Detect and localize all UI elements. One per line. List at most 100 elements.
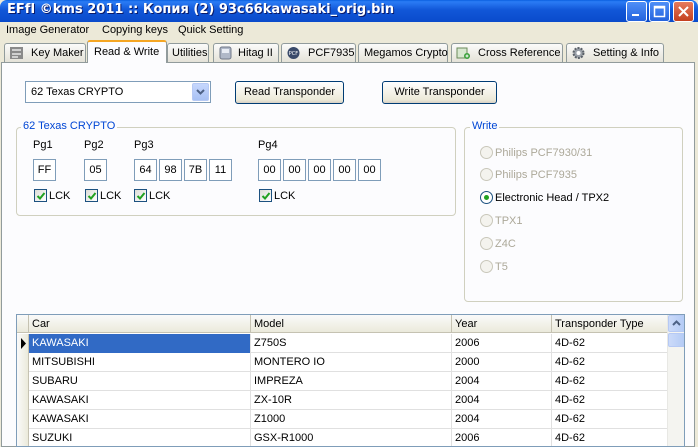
checkmark-icon xyxy=(261,192,271,200)
pg2-lock-checkbox[interactable] xyxy=(85,189,98,202)
svg-text:PCF: PCF xyxy=(289,51,299,57)
tab-label: Hitag II xyxy=(238,47,273,59)
pg2-byte-field[interactable]: 05 xyxy=(84,159,107,181)
minimize-button[interactable] xyxy=(626,1,647,22)
table-cell[interactable]: Z1000 xyxy=(251,410,452,429)
table-cell[interactable]: SUZUKI xyxy=(29,429,251,446)
close-button[interactable] xyxy=(673,1,694,22)
radio-z4c[interactable] xyxy=(480,237,493,250)
tab-setting-info[interactable]: Setting & Info xyxy=(566,43,664,62)
table-cell[interactable]: GSX-R1000 xyxy=(251,429,452,446)
pg3-lock-checkbox[interactable] xyxy=(134,189,147,202)
tab-pcf7935[interactable]: PCF PCF7935 xyxy=(281,43,356,62)
scroll-up-button[interactable] xyxy=(668,315,684,332)
column-header-transponder-type[interactable]: Transponder Type xyxy=(552,315,669,333)
row-header[interactable] xyxy=(17,372,29,391)
table-cell[interactable]: 2006 xyxy=(452,334,552,353)
column-header-car[interactable]: Car xyxy=(29,315,251,333)
tab-label: Megamos Crypto xyxy=(364,47,448,59)
lock-label: LCK xyxy=(100,190,122,202)
table-row[interactable]: KAWASAKI Z1000 2004 4D-62 xyxy=(17,410,669,429)
tab-cross-reference[interactable]: Cross Reference xyxy=(451,43,563,62)
table-cell[interactable]: 2006 xyxy=(452,429,552,446)
gear-icon xyxy=(572,47,585,59)
transponder-type-value: 62 Texas CRYPTO xyxy=(31,86,124,98)
pg1-lock-checkbox[interactable] xyxy=(34,189,47,202)
read-transponder-button[interactable]: Read Transponder xyxy=(235,81,344,104)
column-header-model[interactable]: Model xyxy=(251,315,452,333)
tab-utilities[interactable]: Utilities xyxy=(167,43,209,62)
table-cell[interactable]: MONTERO IO xyxy=(251,353,452,372)
pg3-byte-field[interactable]: 64 xyxy=(134,159,157,181)
table-cell[interactable]: 2004 xyxy=(452,410,552,429)
lock-label: LCK xyxy=(49,190,71,202)
menu-quick-setting[interactable]: Quick Setting xyxy=(178,24,243,36)
table-cell[interactable]: SUBARU xyxy=(29,372,251,391)
chevron-down-icon[interactable] xyxy=(192,83,209,101)
pg4-lock-checkbox[interactable] xyxy=(259,189,272,202)
table-cell[interactable]: 4D-62 xyxy=(552,410,669,429)
pg4-byte-field[interactable]: 00 xyxy=(258,159,281,181)
table-cell[interactable]: KAWASAKI xyxy=(29,410,251,429)
pg3-byte-field[interactable]: 7B xyxy=(184,159,207,181)
radio-t5[interactable] xyxy=(480,260,493,273)
table-row[interactable]: KAWASAKI Z750S 2006 4D-62 xyxy=(17,334,669,353)
pg4-byte-field[interactable]: 00 xyxy=(358,159,381,181)
transponder-type-select[interactable]: 62 Texas CRYPTO xyxy=(25,81,211,103)
column-header-year[interactable]: Year xyxy=(452,315,552,333)
radio-electronic-head-tpx2[interactable] xyxy=(480,191,493,204)
radio-label: Philips PCF7930/31 xyxy=(495,147,593,159)
title-bar[interactable]: EFfI ©kms 2011 :: Копия (2) 93c66kawasak… xyxy=(0,0,698,22)
radio-tpx1[interactable] xyxy=(480,214,493,227)
table-cell[interactable]: 2004 xyxy=(452,391,552,410)
pg4-byte-field[interactable]: 00 xyxy=(283,159,306,181)
table-row[interactable]: SUBARU IMPREZA 2004 4D-62 xyxy=(17,372,669,391)
table-cell[interactable]: 2004 xyxy=(452,372,552,391)
table-cell[interactable]: KAWASAKI xyxy=(29,334,251,353)
scroll-thumb[interactable] xyxy=(668,333,684,347)
menu-image-generator[interactable]: Image Generator xyxy=(6,24,89,36)
chevron-up-icon xyxy=(672,320,681,326)
row-header[interactable] xyxy=(17,391,29,410)
table-cell[interactable]: 4D-62 xyxy=(552,372,669,391)
table-cell[interactable]: Z750S xyxy=(251,334,452,353)
vehicle-table[interactable]: Car Model Year Transponder Type KAWASAKI… xyxy=(16,314,685,447)
table-cell[interactable]: MITSUBISHI xyxy=(29,353,251,372)
table-vertical-scrollbar[interactable] xyxy=(667,315,684,446)
row-header[interactable] xyxy=(17,353,29,372)
maximize-button[interactable] xyxy=(649,1,670,22)
table-cell[interactable]: KAWASAKI xyxy=(29,391,251,410)
table-row[interactable]: KAWASAKI ZX-10R 2004 4D-62 xyxy=(17,391,669,410)
pg4-byte-field[interactable]: 00 xyxy=(333,159,356,181)
table-cell[interactable]: 4D-62 xyxy=(552,353,669,372)
pg1-byte-field[interactable]: FF xyxy=(33,159,56,181)
radio-label: Philips PCF7935 xyxy=(495,169,577,181)
pg3-byte-field[interactable]: 11 xyxy=(209,159,232,181)
table-row[interactable]: MITSUBISHI MONTERO IO 2000 4D-62 xyxy=(17,353,669,372)
tab-key-maker[interactable]: Key Maker xyxy=(4,43,86,62)
pg4-byte-field[interactable]: 00 xyxy=(308,159,331,181)
table-cell[interactable]: 4D-62 xyxy=(552,334,669,353)
row-header-corner xyxy=(17,315,29,333)
table-cell[interactable]: IMPREZA xyxy=(251,372,452,391)
tab-label: Cross Reference xyxy=(478,47,561,59)
tab-megamos-crypto[interactable]: Megamos Crypto xyxy=(358,43,448,62)
pg3-byte-field[interactable]: 98 xyxy=(159,159,182,181)
row-header[interactable] xyxy=(17,429,29,446)
tab-label: Read & Write xyxy=(94,46,160,58)
table-row[interactable]: SUZUKI GSX-R1000 2006 4D-62 xyxy=(17,429,669,446)
tab-hitag-ii[interactable]: Hitag II xyxy=(213,43,279,62)
table-cell[interactable]: 4D-62 xyxy=(552,391,669,410)
radio-philips-pcf7930[interactable] xyxy=(480,146,493,159)
write-transponder-button[interactable]: Write Transponder xyxy=(382,81,497,104)
radio-label: Z4C xyxy=(495,238,516,250)
row-header[interactable] xyxy=(17,410,29,429)
table-cell[interactable]: ZX-10R xyxy=(251,391,452,410)
tab-read-write[interactable]: Read & Write xyxy=(87,40,167,63)
menu-copying-keys[interactable]: Copying keys xyxy=(102,24,168,36)
tab-strip: Key Maker Read & Write Utilities Hitag I… xyxy=(0,40,698,63)
table-cell[interactable]: 2000 xyxy=(452,353,552,372)
radio-philips-pcf7935[interactable] xyxy=(480,168,493,181)
row-header[interactable] xyxy=(17,334,29,353)
table-cell[interactable]: 4D-62 xyxy=(552,429,669,446)
